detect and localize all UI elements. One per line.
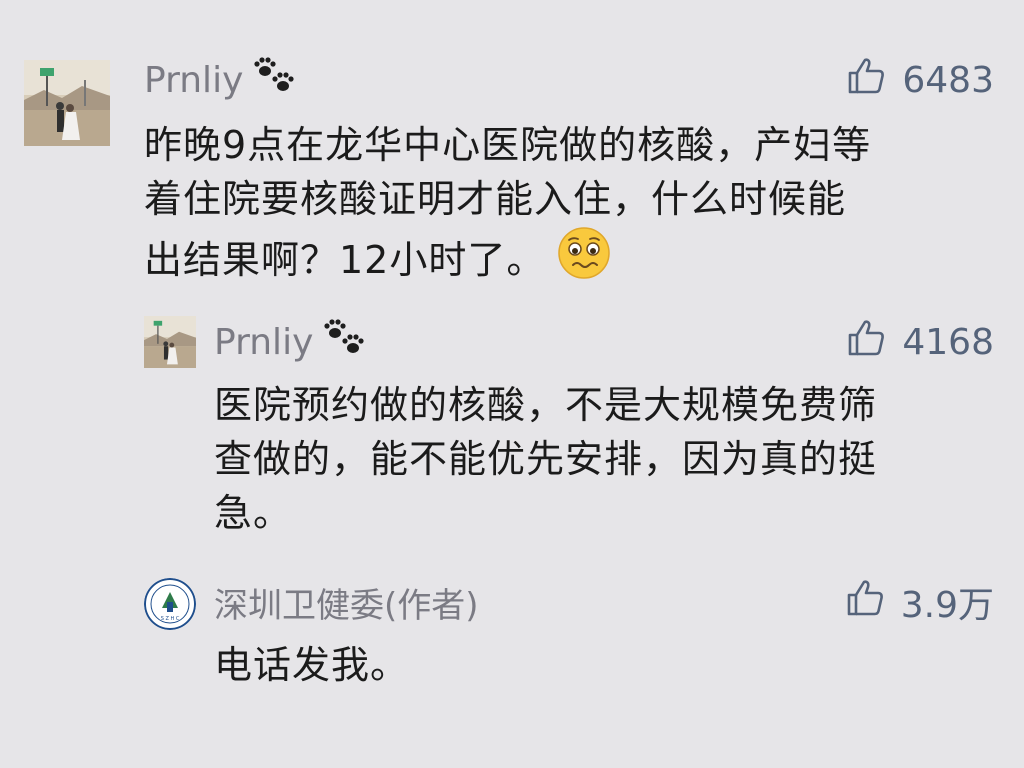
comment-text: 医院预约做的核酸，不是大规模免费筛 查做的，能不能优先安排，因为真的挺 急。 — [214, 378, 1004, 540]
comment-author[interactable]: Prnliy — [214, 318, 367, 367]
thumbs-up-icon — [846, 56, 886, 105]
like-button[interactable]: 3.9万 — [845, 578, 994, 627]
comment-author[interactable]: Prnliy — [144, 56, 297, 105]
author-reply-item: S Z H C 深圳卫健委(作者) 3.9万 电话发我。 — [0, 560, 1024, 768]
comment-text-line: 昨晚9点在龙华中心医院做的核酸，产妇等 — [144, 123, 872, 167]
thumbs-up-icon — [846, 318, 886, 367]
avatar[interactable]: S Z H C — [144, 578, 196, 630]
comment-text-line: 着住院要核酸证明才能入住，什么时候能 — [144, 177, 847, 221]
author-name: 深圳卫健委(作者) — [214, 585, 479, 626]
like-count: 3.9万 — [900, 585, 994, 626]
like-button[interactable]: 6483 — [846, 56, 994, 105]
comment-author[interactable]: 深圳卫健委(作者) — [214, 580, 479, 626]
avatar-logo-text: S Z H C — [161, 616, 180, 622]
thumbs-up-icon — [845, 578, 885, 627]
comment-text-line: 出结果啊？12小时了。 — [144, 226, 1004, 294]
avatar[interactable] — [24, 60, 110, 146]
author-name: Prnliy — [144, 59, 244, 101]
comment-text-line: 电话发我。 — [214, 643, 410, 687]
comment-text-line: 查做的，能不能优先安排，因为真的挺 — [214, 437, 878, 481]
like-count: 6483 — [902, 59, 994, 101]
reply-item: Prnliy 4168 医院预约做的核酸，不是大规模免费筛 查做的，能不能优先安… — [0, 300, 1024, 560]
comment-item: Prnliy 6483 昨晚9点在龙华中心医院做的核酸，产妇等 着住院要核酸证明… — [0, 0, 1024, 300]
paw-prints-icon — [249, 56, 297, 105]
paw-prints-icon — [319, 318, 367, 367]
comment-text: 电话发我。 — [214, 638, 1004, 692]
author-name: Prnliy — [214, 321, 314, 363]
comment-text-line-content: 出结果啊？12小时了。 — [144, 238, 546, 282]
comment-text: 昨晚9点在龙华中心医院做的核酸，产妇等 着住院要核酸证明才能入住，什么时候能 出… — [144, 118, 1004, 294]
worried-face-emoji-icon — [557, 226, 611, 294]
avatar[interactable] — [144, 316, 196, 368]
comment-thread: Prnliy 6483 昨晚9点在龙华中心医院做的核酸，产妇等 着住院要核酸证明… — [0, 0, 1024, 768]
like-count: 4168 — [902, 321, 994, 363]
comment-text-line: 急。 — [214, 491, 293, 535]
like-button[interactable]: 4168 — [846, 318, 994, 367]
comment-text-line: 医院预约做的核酸，不是大规模免费筛 — [214, 383, 878, 427]
